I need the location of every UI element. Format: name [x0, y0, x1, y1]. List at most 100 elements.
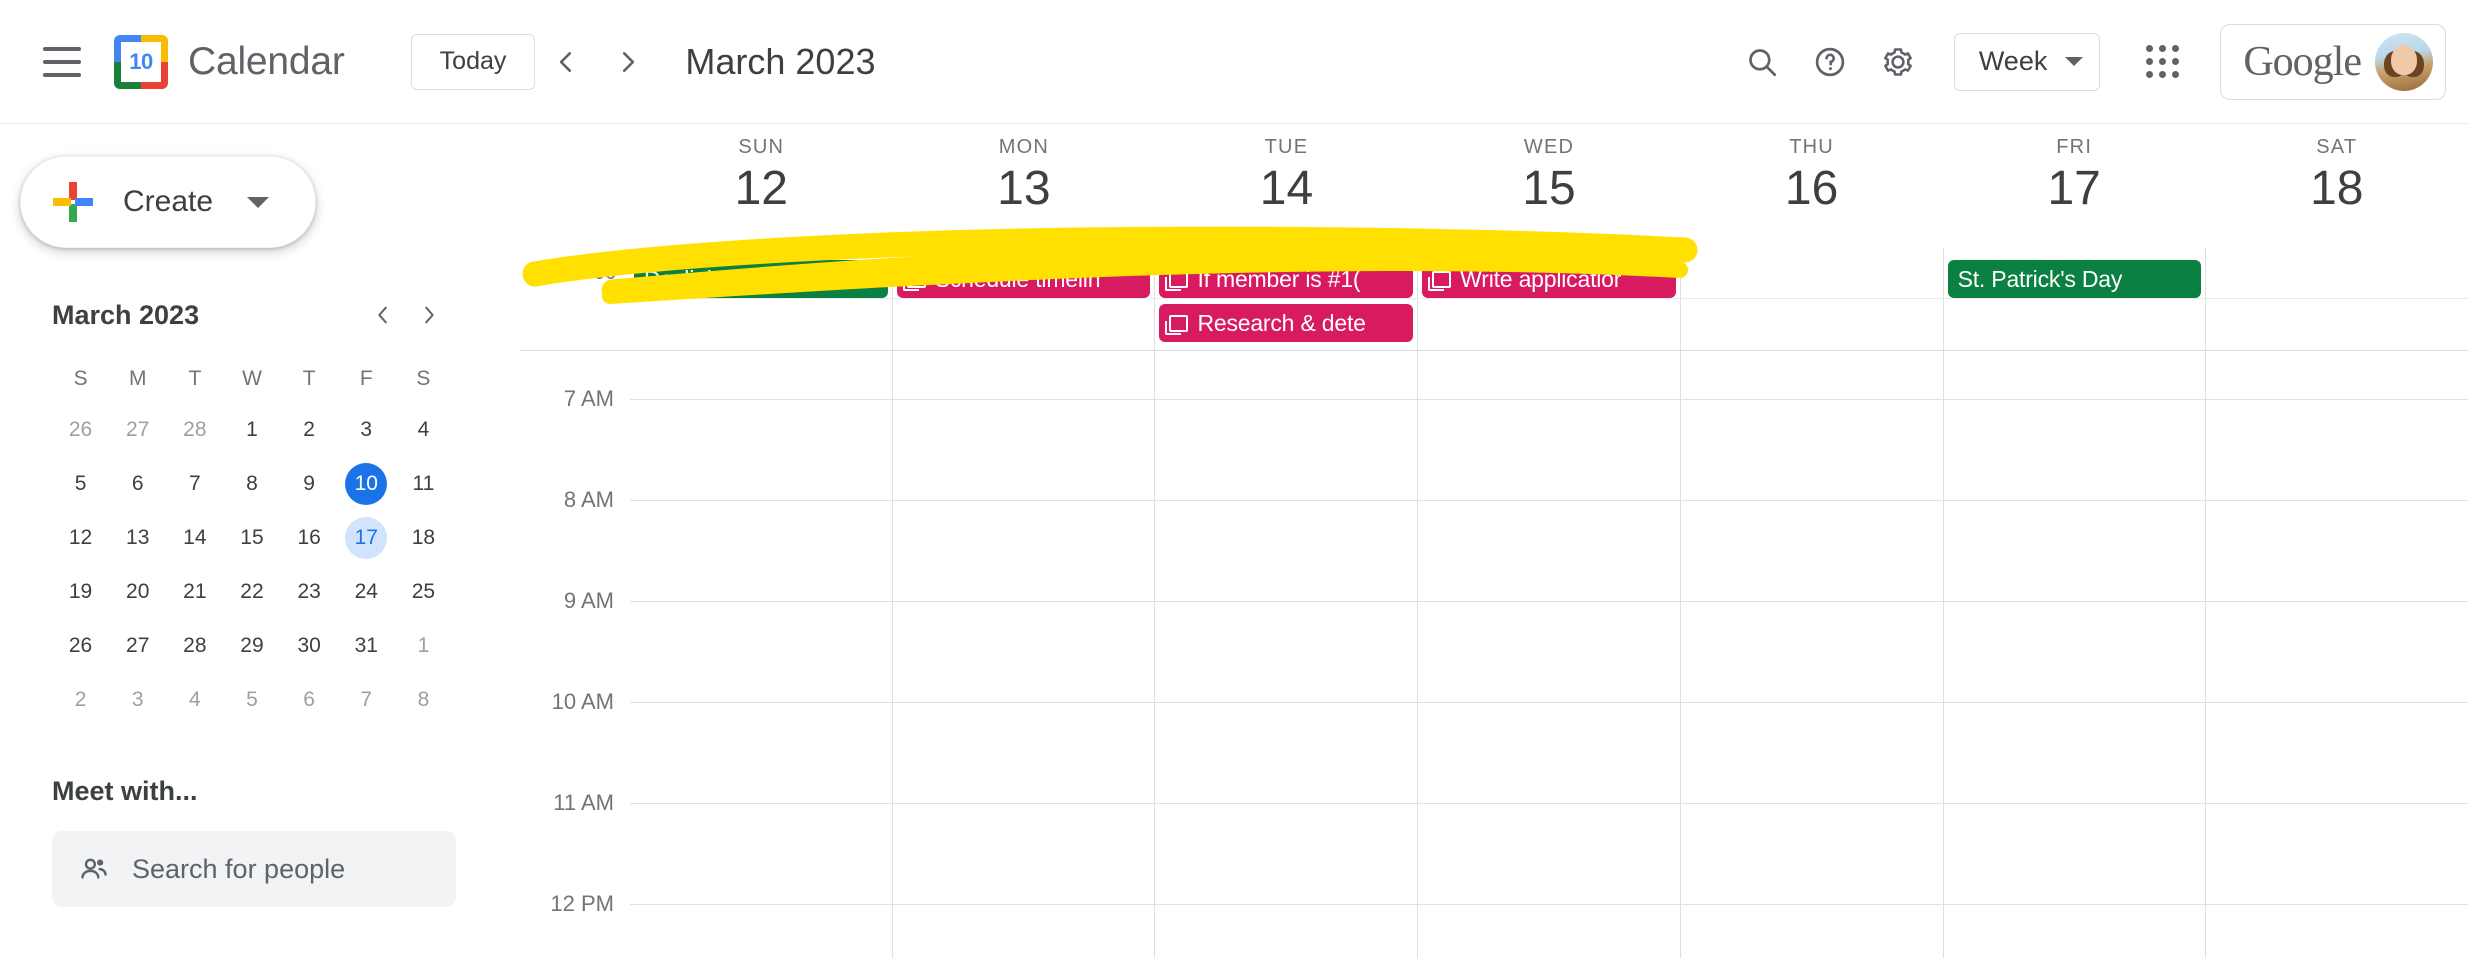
next-period-button[interactable] — [597, 31, 659, 93]
time-column-tue[interactable] — [1154, 351, 1417, 958]
mini-calendar-day[interactable]: 17 — [338, 516, 395, 560]
mini-calendar-day[interactable]: 26 — [52, 408, 109, 452]
mini-calendar-day[interactable]: 1 — [223, 408, 280, 452]
mini-calendar-day[interactable]: 19 — [52, 570, 109, 614]
mini-calendar-dow: T — [302, 367, 316, 390]
view-mode-select[interactable]: Week — [1953, 32, 2101, 91]
mini-calendar-day[interactable]: 4 — [166, 678, 223, 722]
mini-calendar-day[interactable]: 7 — [166, 462, 223, 506]
chevron-down-icon — [247, 196, 270, 208]
all-day-column[interactable]: If member is #1( Research & dete — [1154, 248, 1417, 350]
hour-gridline — [630, 803, 2468, 804]
mini-calendar-day[interactable]: 10 — [338, 462, 395, 506]
mini-calendar-day-label: 8 — [246, 472, 258, 495]
task-chip[interactable]: Research & dete — [1159, 304, 1414, 342]
day-header-number: 16 — [1784, 162, 1839, 215]
mini-calendar-day[interactable]: 1 — [395, 624, 452, 668]
mini-calendar-day[interactable]: 26 — [52, 624, 109, 668]
avatar[interactable] — [2375, 32, 2433, 91]
all-day-column[interactable] — [2205, 248, 2468, 350]
day-header-mon[interactable]: MON 13 — [893, 124, 1156, 248]
mini-calendar-day[interactable]: 6 — [109, 462, 166, 506]
time-column-sat[interactable] — [2205, 351, 2468, 958]
time-column-sun[interactable] — [630, 351, 892, 958]
hamburger-icon — [43, 72, 81, 77]
mini-calendar-next-button[interactable] — [406, 292, 452, 338]
calendar-logo-link[interactable]: 10 Calendar — [114, 34, 345, 89]
mini-calendar-prev-button[interactable] — [360, 292, 406, 338]
all-day-column[interactable]: Write applicatior — [1417, 248, 1680, 350]
time-column-thu[interactable] — [1679, 351, 1943, 958]
all-day-column[interactable]: Daylight Saving Tir — [630, 248, 892, 350]
main-menu-button[interactable] — [26, 26, 98, 98]
day-header-thu[interactable]: THU 16 — [1680, 124, 1943, 248]
mini-calendar-day[interactable]: 16 — [281, 516, 338, 560]
mini-calendar-day[interactable]: 20 — [109, 570, 166, 614]
mini-calendar-day[interactable]: 5 — [223, 678, 280, 722]
holiday-chip[interactable]: St. Patrick's Day — [1947, 260, 2202, 298]
mini-calendar-day[interactable]: 28 — [166, 624, 223, 668]
mini-calendar-day[interactable]: 24 — [338, 570, 395, 614]
all-day-column[interactable]: Schedule timelin — [891, 248, 1155, 350]
previous-period-button[interactable] — [535, 31, 597, 93]
mini-calendar-day[interactable]: 3 — [109, 678, 166, 722]
time-column-mon[interactable] — [891, 351, 1155, 958]
time-column-wed[interactable] — [1417, 351, 1680, 958]
task-chip[interactable]: Write applicatior — [1422, 260, 1676, 298]
mini-calendar-day[interactable]: 6 — [281, 678, 338, 722]
mini-calendar-day[interactable]: 3 — [338, 408, 395, 452]
search-icon — [1748, 48, 1776, 76]
mini-calendar-day[interactable]: 22 — [223, 570, 280, 614]
mini-calendar-day[interactable]: 23 — [281, 570, 338, 614]
apps-grid-icon — [2158, 58, 2166, 65]
mini-calendar-day[interactable]: 8 — [223, 462, 280, 506]
mini-calendar-day[interactable]: 18 — [395, 516, 452, 560]
holiday-chip[interactable]: Daylight Saving Tir — [634, 260, 888, 298]
task-chip[interactable]: Schedule timelin — [896, 260, 1151, 298]
chevron-left-icon — [378, 306, 387, 324]
mini-calendar-day[interactable]: 8 — [395, 678, 452, 722]
mini-calendar-day[interactable]: 7 — [338, 678, 395, 722]
mini-calendar-day[interactable]: 31 — [338, 624, 395, 668]
mini-calendar-day[interactable]: 28 — [166, 408, 223, 452]
mini-calendar-day[interactable]: 11 — [395, 462, 452, 506]
day-header-sun[interactable]: SUN 12 — [630, 124, 893, 248]
mini-calendar-day[interactable]: 27 — [109, 408, 166, 452]
account-button[interactable]: Google — [2220, 23, 2446, 100]
google-apps-button[interactable] — [2128, 28, 2196, 96]
search-button[interactable] — [1728, 28, 1796, 96]
meet-with-title: Meet with... — [52, 776, 198, 806]
mini-calendar-day[interactable]: 15 — [223, 516, 280, 560]
day-header-fri[interactable]: FRI 17 — [1943, 124, 2206, 248]
mini-calendar-day[interactable]: 29 — [223, 624, 280, 668]
all-day-column[interactable]: St. Patrick's Day — [1942, 248, 2206, 350]
mini-calendar-day[interactable]: 2 — [52, 678, 109, 722]
mini-calendar-day[interactable]: 12 — [52, 516, 109, 560]
mini-calendar-day[interactable]: 4 — [395, 408, 452, 452]
day-header-wed[interactable]: WED 15 — [1418, 124, 1681, 248]
apps-grid-icon — [2171, 58, 2179, 65]
mini-calendar-day[interactable]: 30 — [281, 624, 338, 668]
mini-calendar-day[interactable]: 2 — [281, 408, 338, 452]
day-header-tue[interactable]: TUE 14 — [1155, 124, 1418, 248]
task-chip[interactable]: If member is #1( — [1159, 260, 1414, 298]
help-button[interactable] — [1796, 28, 1864, 96]
all-day-column[interactable] — [1679, 248, 1943, 350]
today-button[interactable]: Today — [410, 33, 536, 90]
mini-calendar-day[interactable]: 13 — [109, 516, 166, 560]
settings-button[interactable] — [1864, 28, 1932, 96]
mini-calendar-day-label: 31 — [354, 634, 378, 657]
time-label: 12 PM — [550, 891, 614, 916]
day-header-sat[interactable]: SAT 18 — [2205, 124, 2468, 248]
mini-calendar-day[interactable]: 5 — [52, 462, 109, 506]
mini-calendar-day[interactable]: 14 — [166, 516, 223, 560]
hour-gridline — [630, 298, 2468, 299]
mini-calendar-day[interactable]: 9 — [281, 462, 338, 506]
meet-with-search[interactable]: Search for people — [52, 831, 456, 907]
mini-calendar-day[interactable]: 21 — [166, 570, 223, 614]
time-column-fri[interactable] — [1942, 351, 2206, 958]
create-button[interactable]: Create — [20, 156, 316, 248]
help-icon — [1815, 47, 1845, 76]
mini-calendar-day[interactable]: 25 — [395, 570, 452, 614]
mini-calendar-day[interactable]: 27 — [109, 624, 166, 668]
